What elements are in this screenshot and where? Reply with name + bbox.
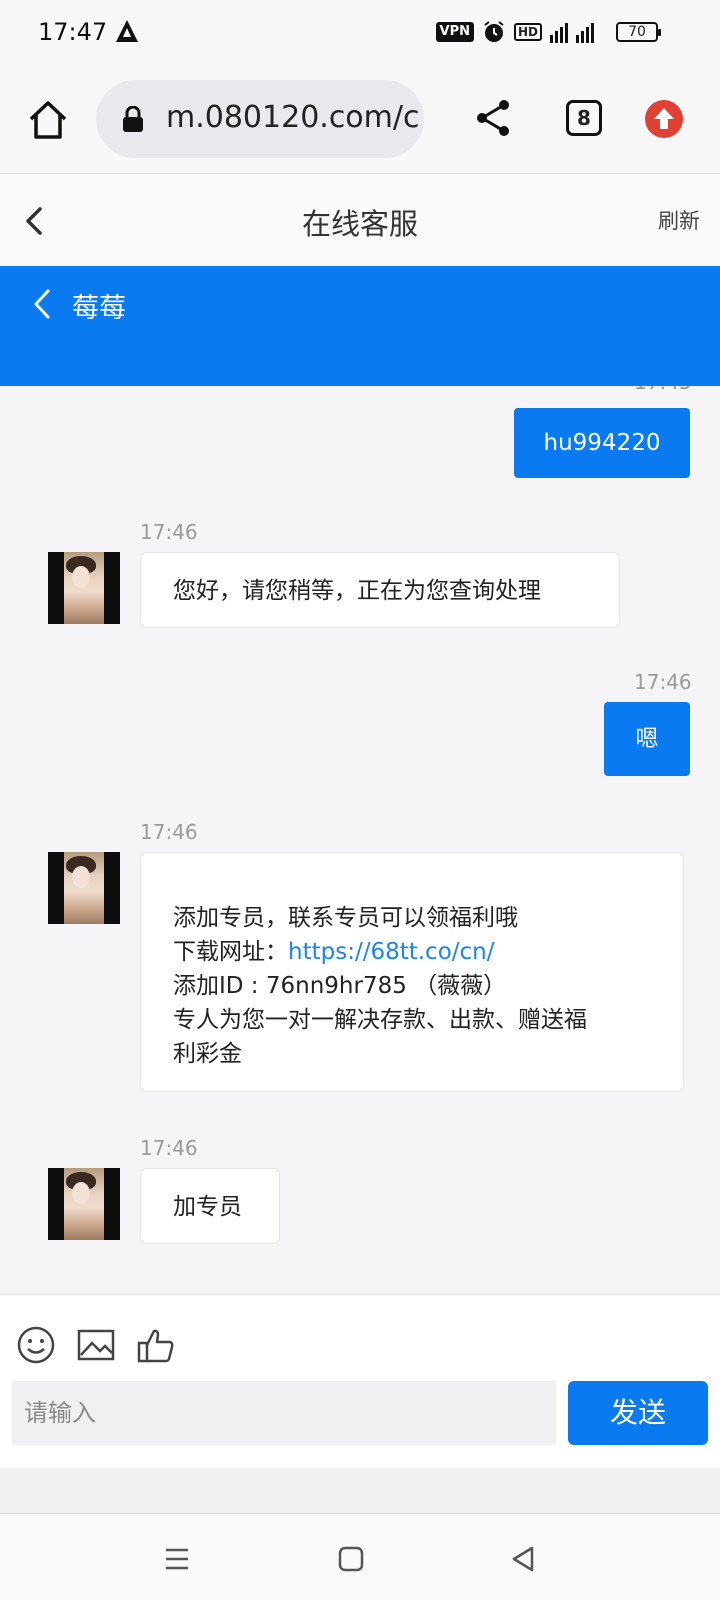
battery-icon: 70 xyxy=(616,22,661,42)
vpn-icon: VPN xyxy=(435,22,474,42)
agent-avatar xyxy=(48,552,120,624)
back-triangle-icon[interactable] xyxy=(508,1544,538,1574)
url-text: m.080120.com/c xyxy=(166,100,420,135)
message-line: 添加专员，联系专员可以领福利哦 xyxy=(173,905,518,931)
agent-name: 莓莓 xyxy=(72,293,126,324)
status-time: 17:47 xyxy=(38,18,108,46)
chat-messages[interactable]: 17:45 hu994220 17:46 您好，请您稍等，正在为您查询处理 17… xyxy=(0,386,720,1294)
hd-icon: HD xyxy=(513,23,542,41)
message-time: 17:46 xyxy=(140,520,198,544)
auto-mode-icon xyxy=(116,20,138,42)
upload-icon[interactable] xyxy=(645,100,683,138)
message-time: 17:45 xyxy=(634,386,692,394)
address-bar[interactable]: m.080120.com/c xyxy=(96,80,424,158)
home-icon[interactable] xyxy=(26,98,70,142)
composer: 发送 xyxy=(0,1294,720,1468)
tab-count-button[interactable]: 8 xyxy=(566,100,602,136)
signal-5g-icon xyxy=(576,21,594,43)
page-title: 在线客服 xyxy=(301,207,418,241)
thumbs-up-icon[interactable] xyxy=(136,1325,176,1365)
agent-avatar xyxy=(48,852,120,924)
alarm-icon xyxy=(484,21,504,42)
refresh-button[interactable]: 刷新 xyxy=(658,205,700,235)
download-link[interactable]: https://68tt.co/cn/ xyxy=(288,939,495,965)
signal-5g-icon xyxy=(550,21,568,43)
message-line: 下载网址：https://68tt.co/cn/ xyxy=(173,939,495,965)
message-line: 利彩金 xyxy=(173,1041,242,1067)
message-time: 17:46 xyxy=(140,820,198,844)
message-time: 17:46 xyxy=(634,670,692,694)
composer-spacer xyxy=(0,1468,720,1514)
incoming-message[interactable]: 您好，请您稍等，正在为您查询处理 xyxy=(140,552,620,628)
message-input[interactable] xyxy=(12,1381,556,1445)
agent-avatar xyxy=(48,1168,120,1240)
menu-icon[interactable] xyxy=(162,1544,192,1574)
chat-header: 莓莓 xyxy=(0,266,720,386)
home-square-icon[interactable] xyxy=(336,1544,366,1574)
outgoing-message[interactable]: 嗯 xyxy=(604,702,690,776)
message-line: 专人为您一对一解决存款、出款、赠送福 xyxy=(173,1007,587,1033)
lock-icon xyxy=(123,106,143,132)
incoming-message[interactable]: 添加专员，联系专员可以领福利哦 下载网址：https://68tt.co/cn/… xyxy=(140,852,684,1092)
system-nav-bar xyxy=(0,1514,720,1600)
status-bar: 17:47 VPN HD 70 xyxy=(0,0,720,64)
message-line: 添加ID : 76nn9hr785 （薇薇） xyxy=(173,973,507,999)
chat-back-icon[interactable] xyxy=(32,288,52,320)
emoji-icon[interactable] xyxy=(16,1325,56,1365)
browser-toolbar: m.080120.com/c 8 xyxy=(0,64,720,174)
message-time: 17:46 xyxy=(140,1136,198,1160)
page-header: 在线客服 刷新 xyxy=(0,175,720,266)
send-button[interactable]: 发送 xyxy=(568,1381,708,1445)
share-icon[interactable] xyxy=(474,98,514,138)
image-icon[interactable] xyxy=(76,1325,116,1365)
incoming-message[interactable]: 加专员 xyxy=(140,1168,280,1244)
outgoing-message[interactable]: hu994220 xyxy=(514,408,690,478)
